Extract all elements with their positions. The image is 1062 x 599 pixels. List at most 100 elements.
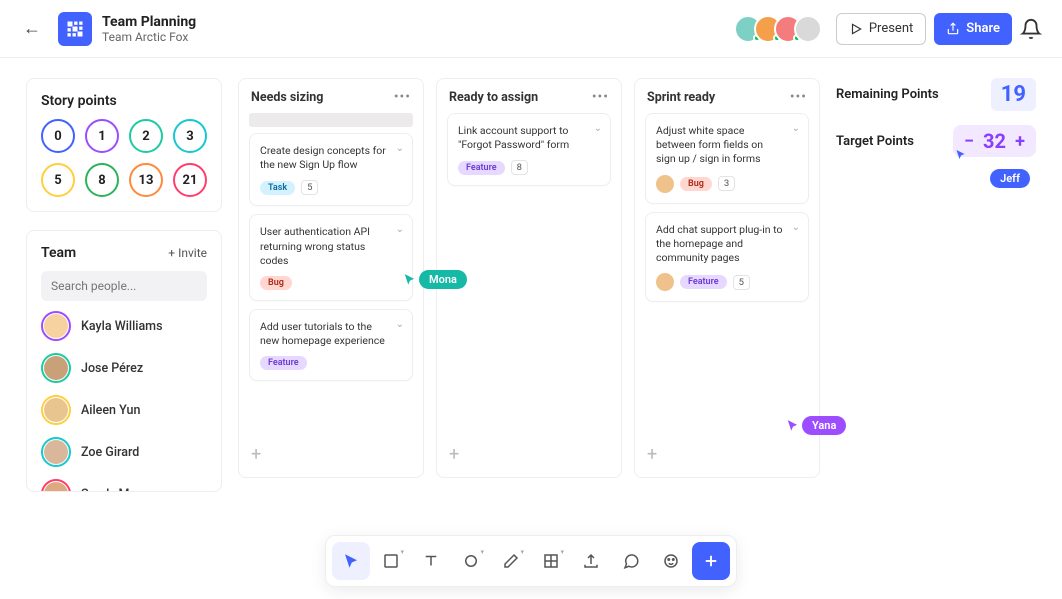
remaining-points-label: Remaining Points: [836, 87, 939, 102]
column-menu-icon[interactable]: •••: [394, 89, 411, 105]
card-points: 5: [301, 180, 318, 195]
share-button[interactable]: Share: [934, 13, 1012, 45]
board-column: Sprint ready ••• Adjust white space betwee…: [634, 78, 820, 478]
tag-bug: Bug: [260, 276, 292, 290]
story-point-chip[interactable]: 2: [129, 119, 163, 153]
story-point-chip[interactable]: 8: [85, 163, 119, 197]
tool-pen[interactable]: ▾: [492, 542, 530, 580]
tool-sticky-note[interactable]: ▾: [372, 542, 410, 580]
tool-sticker[interactable]: [652, 542, 690, 580]
team-member[interactable]: Jose Pérez: [41, 353, 207, 383]
presence-avatar[interactable]: [794, 15, 822, 43]
tool-shape[interactable]: ▾: [452, 542, 490, 580]
tag-feature: Feature: [680, 275, 727, 289]
chevron-down-icon[interactable]: ⌄: [396, 143, 404, 154]
team-panel: Team + Invite Kayla WilliamsJose PérezAi…: [26, 230, 222, 492]
story-point-chip[interactable]: 21: [173, 163, 207, 197]
board-column: Needs sizing ••• Create design concepts fo…: [238, 78, 424, 478]
avatar: [41, 311, 71, 341]
card[interactable]: Create design concepts for the new Sign …: [249, 133, 413, 206]
card-title: Add user tutorials to the new homepage e…: [260, 320, 402, 348]
team-member[interactable]: Sandy Moreau: [41, 479, 207, 491]
title-block: Team Planning Team Arctic Fox: [102, 14, 196, 44]
column-title: Ready to assign: [449, 90, 538, 105]
cursor-jeff-pointer-icon: [955, 149, 967, 161]
card[interactable]: Add chat support plug-in to the homepage…: [645, 212, 809, 303]
target-points-metric: Target Points − 32 +: [836, 125, 1036, 157]
tool-upload[interactable]: [572, 542, 610, 580]
card-title: Link account support to "Forgot Password…: [458, 124, 600, 152]
card-points: 3: [718, 176, 735, 191]
story-points-panel: Story points 0123581321: [26, 78, 222, 212]
card-title: Create design concepts for the new Sign …: [260, 144, 402, 172]
share-label: Share: [966, 21, 1000, 36]
present-label: Present: [869, 21, 913, 36]
remaining-points-value: 19: [991, 78, 1036, 111]
card[interactable]: Add user tutorials to the new homepage e…: [249, 309, 413, 381]
member-name: Sandy Moreau: [81, 487, 161, 492]
search-input[interactable]: [41, 271, 207, 301]
assignee-avatar: [656, 175, 674, 193]
member-name: Aileen Yun: [81, 403, 140, 418]
story-point-chip[interactable]: 1: [85, 119, 119, 153]
story-point-chip[interactable]: 0: [41, 119, 75, 153]
card-title: Add chat support plug-in to the homepage…: [656, 223, 798, 266]
tool-add[interactable]: [692, 542, 730, 580]
column-title: Needs sizing: [251, 90, 323, 105]
tool-text[interactable]: [412, 542, 450, 580]
target-points-label: Target Points: [836, 134, 914, 149]
story-point-chip[interactable]: 13: [129, 163, 163, 197]
cursor-label-jeff: Jeff: [990, 169, 1030, 188]
card[interactable]: Adjust white space between form fields o…: [645, 113, 809, 204]
chevron-down-icon[interactable]: ⌄: [594, 123, 602, 134]
target-points-value: 32: [983, 129, 1006, 153]
tool-comment[interactable]: [612, 542, 650, 580]
team-member[interactable]: Aileen Yun: [41, 395, 207, 425]
story-point-chip[interactable]: 3: [173, 119, 207, 153]
card-title: User authentication API returning wrong …: [260, 225, 402, 268]
board-title[interactable]: Team Planning: [102, 14, 196, 30]
tag-feature: Feature: [458, 161, 505, 175]
present-button[interactable]: Present: [836, 13, 926, 45]
tag-task: Task: [260, 181, 295, 195]
chevron-down-icon[interactable]: ⌄: [792, 222, 800, 233]
canvas: Story points 0123581321 Team + Invite Ka…: [0, 58, 1062, 538]
member-name: Kayla Williams: [81, 319, 163, 334]
add-card-button[interactable]: +: [645, 440, 809, 469]
avatar: [41, 437, 71, 467]
team-member[interactable]: Kayla Williams: [41, 311, 207, 341]
add-card-button[interactable]: +: [249, 440, 413, 469]
card[interactable]: Link account support to "Forgot Password…: [447, 113, 611, 186]
tag-feature: Feature: [260, 356, 307, 370]
card-title: Adjust white space between form fields o…: [656, 124, 798, 167]
card-points: 8: [511, 160, 528, 175]
tag-bug: Bug: [680, 177, 712, 191]
tool-select[interactable]: [332, 542, 370, 580]
column-title: Sprint ready: [647, 90, 715, 105]
invite-button[interactable]: + Invite: [168, 246, 207, 260]
presence-avatars[interactable]: [742, 15, 822, 43]
member-name: Zoe Girard: [81, 445, 139, 460]
team-member[interactable]: Zoe Girard: [41, 437, 207, 467]
chevron-down-icon[interactable]: ⌄: [396, 319, 404, 330]
back-arrow-icon[interactable]: ←: [20, 18, 44, 39]
avatar: [41, 395, 71, 425]
card[interactable]: User authentication API returning wrong …: [249, 214, 413, 301]
app-icon[interactable]: [58, 12, 92, 46]
top-bar: ← Team Planning Team Arctic Fox Present …: [0, 0, 1062, 58]
chevron-down-icon[interactable]: ⌄: [792, 123, 800, 134]
add-card-button[interactable]: +: [447, 440, 611, 469]
tool-frame[interactable]: ▾: [532, 542, 570, 580]
avatar: [41, 479, 71, 491]
column-menu-icon[interactable]: •••: [790, 89, 807, 105]
target-increment-button[interactable]: +: [1012, 131, 1028, 152]
remaining-points-metric: Remaining Points 19: [836, 78, 1036, 111]
bottom-toolbar: ▾ ▾ ▾ ▾: [325, 535, 737, 587]
assignee-avatar: [656, 273, 674, 291]
notifications-icon[interactable]: [1020, 18, 1042, 40]
member-name: Jose Pérez: [81, 361, 143, 376]
chevron-down-icon[interactable]: ⌄: [396, 224, 404, 235]
team-name[interactable]: Team Arctic Fox: [102, 30, 196, 44]
story-point-chip[interactable]: 5: [41, 163, 75, 197]
column-menu-icon[interactable]: •••: [592, 89, 609, 105]
